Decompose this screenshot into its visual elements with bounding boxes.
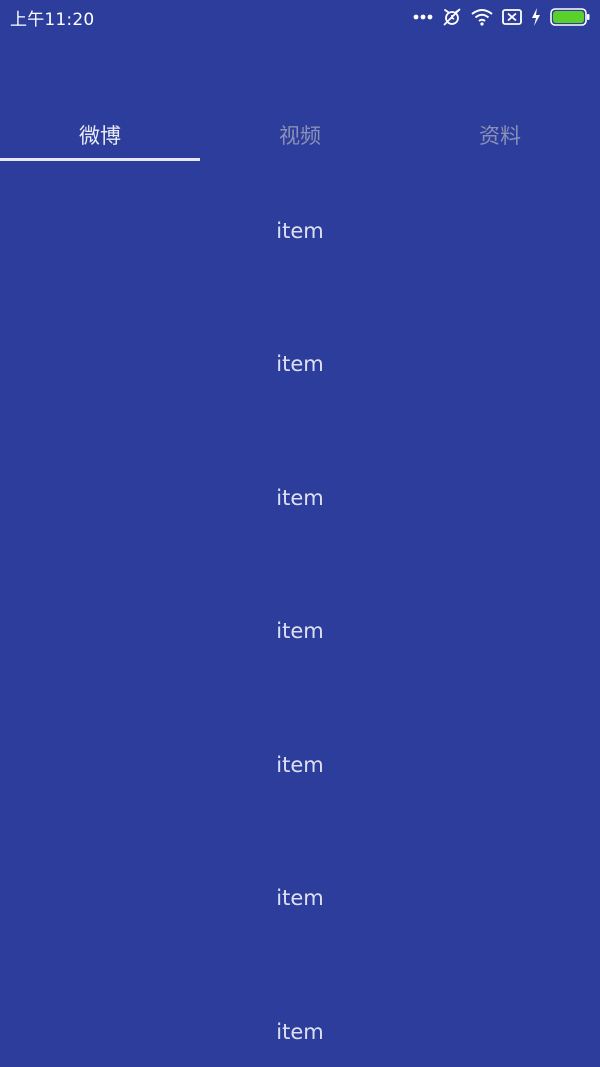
tab-bar: 微博 视频 资料 <box>0 104 600 164</box>
charging-bolt-icon <box>531 8 541 26</box>
list-item[interactable]: item <box>0 965 600 1067</box>
list-item[interactable]: item <box>0 298 600 432</box>
tab-label: 资料 <box>479 124 521 148</box>
tab-video[interactable]: 视频 <box>200 104 400 164</box>
status-time: 上午11:20 <box>10 9 95 30</box>
list-item[interactable]: item <box>0 698 600 832</box>
list-item[interactable]: item <box>0 832 600 966</box>
status-bar: 上午11:20 <box>0 0 600 34</box>
battery-icon <box>550 8 590 26</box>
app-screen: 上午11:20 微博 视频 资料 item item item item ite… <box>0 0 600 1067</box>
list-item[interactable]: item <box>0 431 600 565</box>
list-item[interactable]: item <box>0 164 600 298</box>
list-item[interactable]: item <box>0 565 600 699</box>
alarm-off-icon <box>442 7 462 27</box>
wifi-icon <box>471 8 493 26</box>
tab-label: 微博 <box>79 124 121 148</box>
more-dots-icon <box>413 13 433 21</box>
tab-indicator <box>0 158 200 161</box>
status-icons <box>413 7 590 27</box>
tab-profile[interactable]: 资料 <box>400 104 600 164</box>
tab-label: 视频 <box>279 124 321 148</box>
tab-weibo[interactable]: 微博 <box>0 104 200 164</box>
sim-x-icon <box>502 8 522 26</box>
item-list: item item item item item item item <box>0 164 600 1067</box>
